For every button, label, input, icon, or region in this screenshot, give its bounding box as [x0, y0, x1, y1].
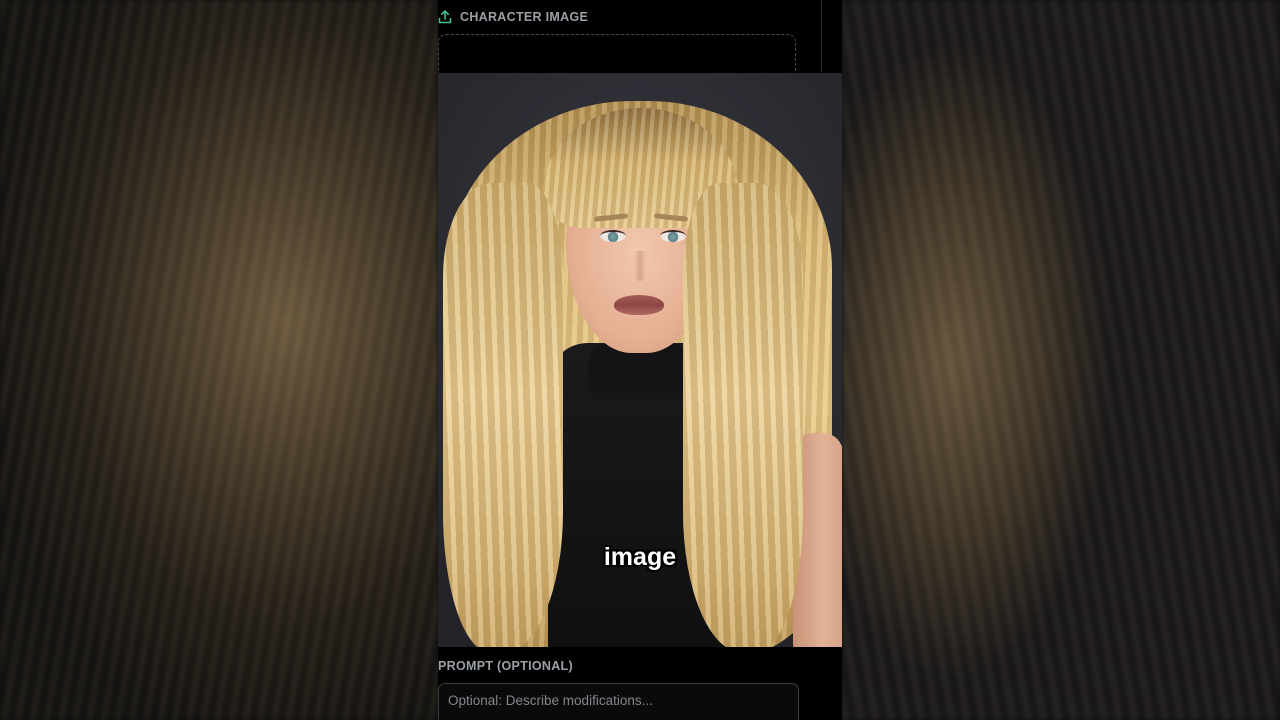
blurred-backdrop-left — [0, 0, 438, 720]
photo-eye-right — [660, 230, 686, 242]
panel-divider — [821, 0, 822, 73]
video-frame: CHARACTER IMAGE image PROMPT (OPTIONAL) — [0, 0, 1280, 720]
photo-hair-right — [683, 183, 803, 647]
prompt-label: PROMPT (OPTIONAL) — [438, 659, 573, 673]
video-caption: image — [603, 543, 677, 571]
upload-icon — [438, 10, 452, 24]
character-image-label: CHARACTER IMAGE — [460, 10, 589, 24]
blurred-backdrop-right — [842, 0, 1280, 720]
photo-nose — [634, 251, 646, 281]
app-panel: CHARACTER IMAGE image PROMPT (OPTIONAL) — [438, 0, 842, 720]
character-image-header: CHARACTER IMAGE — [438, 8, 588, 26]
photo-hair-left — [443, 183, 563, 647]
photo-lips — [614, 295, 664, 315]
character-image-preview: image — [438, 73, 842, 647]
photo-eye-left — [600, 230, 626, 242]
prompt-input[interactable] — [438, 683, 799, 720]
